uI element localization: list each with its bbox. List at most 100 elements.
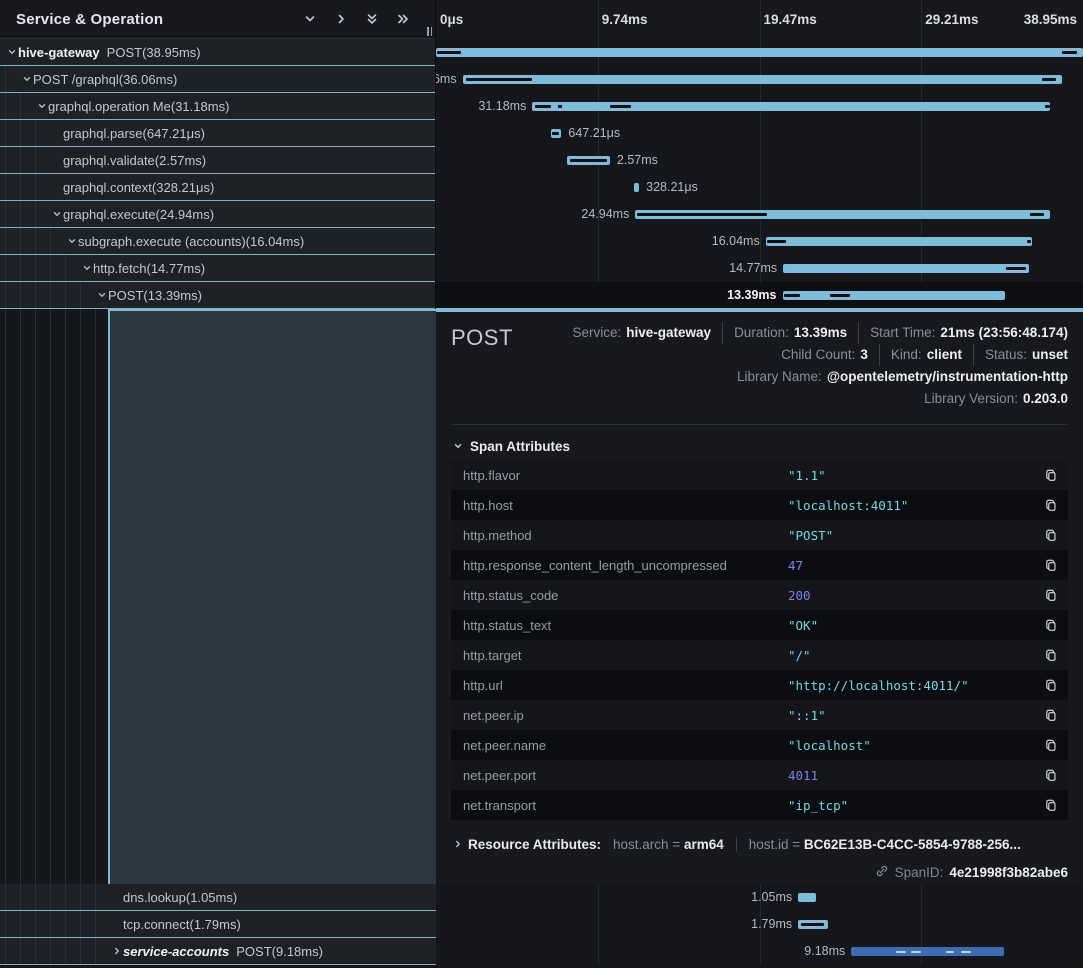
indent-guides <box>0 884 110 910</box>
meta-label: Duration: <box>734 325 789 340</box>
double-chevron-right-icon[interactable] <box>395 11 411 27</box>
timeline-row: 2.57ms <box>436 147 1083 174</box>
chevron-down-icon[interactable] <box>95 289 108 302</box>
child-span-tick <box>830 294 850 297</box>
span-attributes-toggle[interactable]: Span Attributes <box>451 434 1068 458</box>
operation-name: POST <box>236 944 271 959</box>
chevron-down-icon[interactable] <box>35 100 48 113</box>
span-tree-row[interactable]: graphql.parse647.21μs <box>0 120 435 147</box>
span-tree-row[interactable]: POST13.39ms <box>0 282 435 309</box>
timeline-row: 16.04ms <box>436 228 1083 255</box>
span-tree-row[interactable]: subgraph.execute (accounts)16.04ms <box>0 228 435 255</box>
child-span-tick <box>437 51 461 54</box>
timeline-rows: 6ms31.18ms647.21μs2.57ms328.21μs24.94ms1… <box>436 39 1083 309</box>
double-chevron-down-icon[interactable] <box>364 11 380 27</box>
child-span-tick <box>1030 213 1044 216</box>
span-bar[interactable] <box>463 75 1062 84</box>
attribute-row: net.peer.ip"::1" <box>451 700 1068 730</box>
tree-indent-gutter <box>0 309 108 884</box>
span-tree-row[interactable]: graphql.context328.21μs <box>0 174 435 201</box>
meta-field: Kind:client <box>879 344 962 366</box>
timeline-pane: 0μs9.74ms19.47ms29.21ms38.95ms 6ms31.18m… <box>436 0 1083 968</box>
timeline-row: 1.79ms <box>436 911 1083 938</box>
operation-name: dns.lookup <box>123 890 186 905</box>
span-tree-row[interactable]: POST /graphql36.06ms <box>0 66 435 93</box>
span-bar[interactable] <box>436 48 1083 57</box>
span-duration-label: 1.05ms <box>751 884 792 911</box>
indent-spacer <box>110 891 123 904</box>
span-tree-row[interactable]: graphql.validate2.57ms <box>0 147 435 174</box>
ruler-gridline <box>760 0 761 39</box>
chevron-down-icon[interactable] <box>20 73 33 86</box>
meta-label: Service: <box>572 325 621 340</box>
child-span-tick <box>1027 240 1031 243</box>
span-tree-row[interactable]: graphql.execute24.94ms <box>0 201 435 228</box>
span-duration-label: 6ms <box>433 66 457 93</box>
child-span-tick <box>570 159 607 162</box>
attribute-row: net.peer.name"localhost" <box>451 730 1068 760</box>
span-tree-row[interactable]: graphql.operation Me31.18ms <box>0 93 435 120</box>
copy-icon[interactable] <box>1042 556 1060 574</box>
resource-attributes-row[interactable]: Resource Attributes:host.arch = arm64hos… <box>451 832 1068 856</box>
copy-icon[interactable] <box>1042 526 1060 544</box>
attribute-key: http.method <box>463 528 788 543</box>
copy-icon[interactable] <box>1042 676 1060 694</box>
child-span-tick <box>784 294 800 297</box>
attribute-row: http.host"localhost:4011" <box>451 490 1068 520</box>
attribute-row: http.method"POST" <box>451 520 1068 550</box>
resource-value: BC62E13B-C4CC-5854-9788-256... <box>804 837 1021 852</box>
chevron-right-icon[interactable] <box>110 945 123 958</box>
attribute-row: http.response_content_length_uncompresse… <box>451 550 1068 580</box>
chevron-down-icon[interactable] <box>5 46 18 59</box>
chevron-right-icon[interactable] <box>451 838 464 851</box>
tree-header-title: Service & Operation <box>16 11 302 28</box>
copy-icon[interactable] <box>1042 616 1060 634</box>
chevron-down-icon[interactable] <box>302 11 318 27</box>
attribute-row: net.peer.port4011 <box>451 760 1068 790</box>
attribute-key: http.flavor <box>463 468 788 483</box>
ruler-tick-label: 38.95ms <box>1024 0 1077 39</box>
chevron-down-icon[interactable] <box>80 262 93 275</box>
span-attributes-title: Span Attributes <box>470 439 570 454</box>
timeline-row: 31.18ms <box>436 93 1083 120</box>
child-span-tick <box>535 105 551 108</box>
span-tree-row[interactable]: http.fetch14.77ms <box>0 255 435 282</box>
copy-icon[interactable] <box>1042 496 1060 514</box>
pane-resize-handle[interactable] <box>427 27 432 36</box>
copy-icon[interactable] <box>1042 796 1060 814</box>
span-bar[interactable] <box>766 237 1032 246</box>
copy-icon[interactable] <box>1042 586 1060 604</box>
span-tree-row[interactable]: service-accountsPOST9.18ms <box>0 938 436 965</box>
span-tree-row[interactable]: dns.lookup1.05ms <box>0 884 436 911</box>
meta-field: Library Version:0.203.0 <box>924 388 1068 410</box>
span-meta-line: Service:hive-gatewayDuration:13.39msStar… <box>513 322 1068 344</box>
chevron-right-icon[interactable] <box>333 11 349 27</box>
child-span-tick <box>552 132 559 135</box>
copy-icon[interactable] <box>1042 466 1060 484</box>
span-bar[interactable] <box>783 291 1005 300</box>
span-tree-row[interactable]: hive-gatewayPOST38.95ms <box>0 39 435 66</box>
span-tree-row[interactable]: tcp.connect1.79ms <box>0 911 436 938</box>
copy-icon[interactable] <box>1042 736 1060 754</box>
timeline-row: 24.94ms <box>436 201 1083 228</box>
span-bar[interactable] <box>798 893 815 902</box>
chevron-down-icon[interactable] <box>50 208 63 221</box>
copy-icon[interactable] <box>1042 646 1060 664</box>
service-name: service-accounts <box>123 944 229 959</box>
attribute-key: http.host <box>463 498 788 513</box>
span-bar[interactable] <box>783 264 1028 273</box>
span-bar[interactable] <box>851 947 1003 956</box>
span-duration: 24.94ms <box>156 207 215 222</box>
chevron-down-icon[interactable] <box>65 235 78 248</box>
copy-icon[interactable] <box>1042 766 1060 784</box>
meta-label: Library Version: <box>924 391 1018 406</box>
child-span-tick <box>637 213 767 216</box>
indent-spacer <box>50 154 63 167</box>
timeline-rows-bottom: 1.05ms1.79ms9.18ms <box>436 884 1083 968</box>
copy-icon[interactable] <box>1042 706 1060 724</box>
indent-guides <box>0 938 110 964</box>
attribute-row: http.flavor"1.1" <box>451 460 1068 490</box>
child-span-tick <box>946 951 954 954</box>
span-bar[interactable] <box>634 183 639 192</box>
link-icon[interactable] <box>875 864 889 881</box>
